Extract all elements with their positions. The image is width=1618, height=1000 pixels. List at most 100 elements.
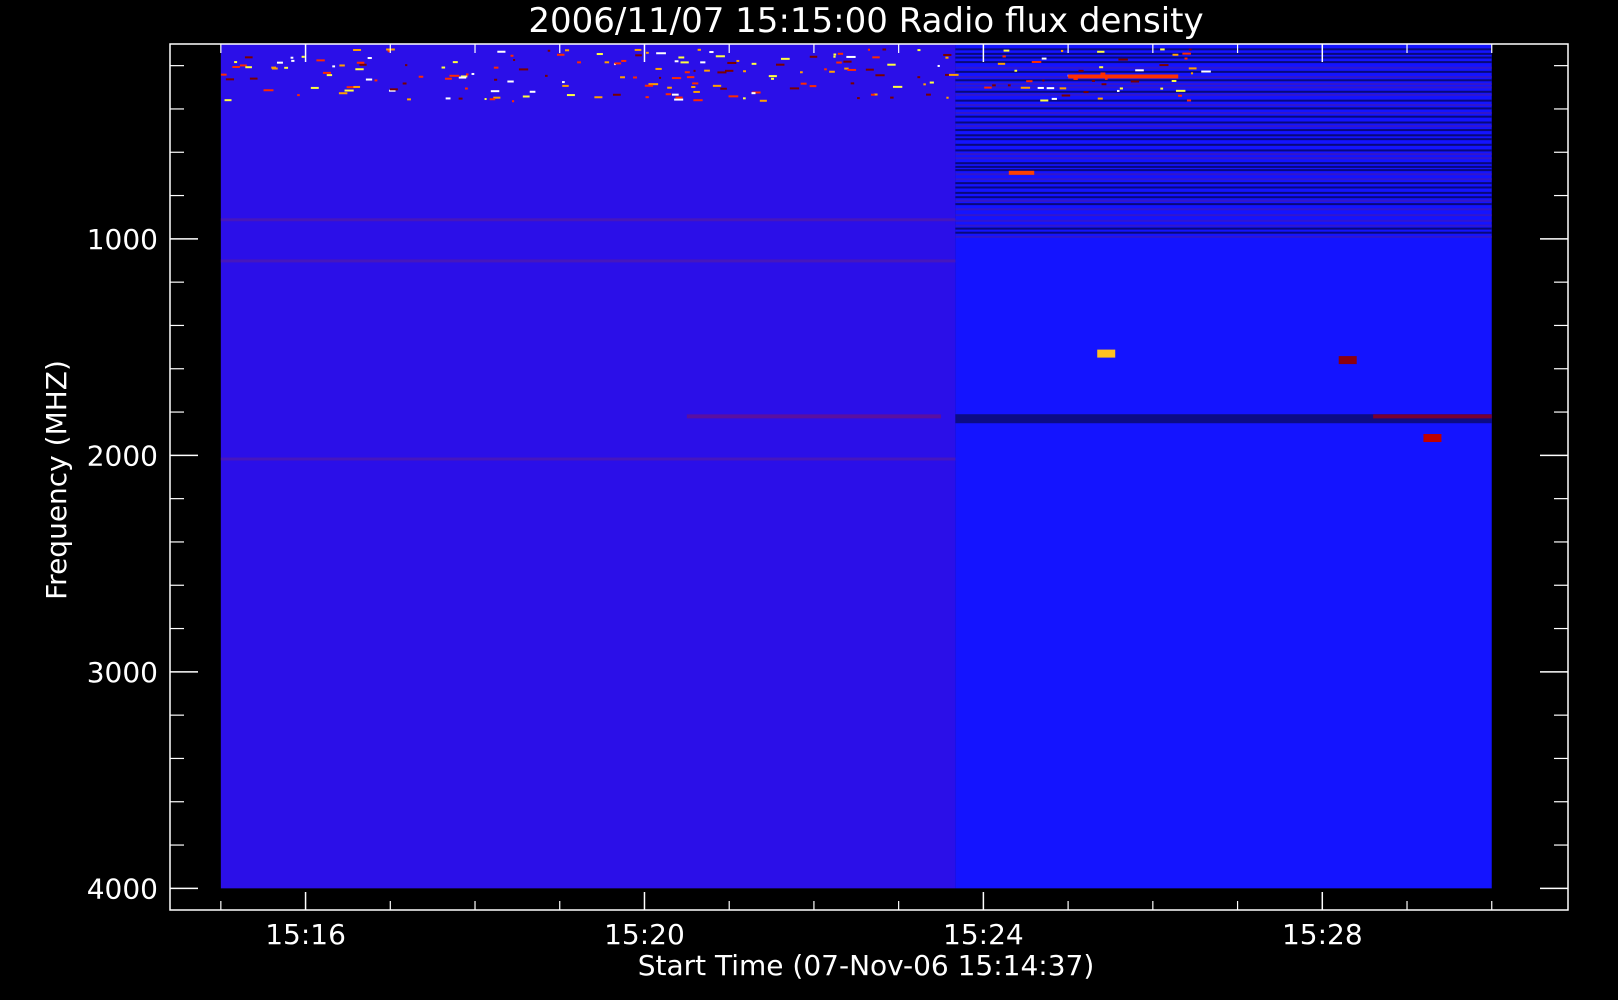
heatmap-band	[955, 182, 1492, 185]
heatmap-speckle	[510, 54, 514, 57]
heatmap-band	[955, 227, 1492, 230]
heatmap-speckle	[445, 97, 451, 100]
heatmap-speckle	[759, 99, 767, 102]
heatmap-speckle	[691, 86, 696, 89]
heatmap-speckle	[1100, 72, 1106, 75]
heatmap-speckle	[809, 55, 818, 58]
heatmap-speckle	[1178, 94, 1182, 97]
heatmap-speckle	[715, 55, 725, 58]
heatmap-speckle	[1201, 70, 1211, 73]
heatmap-band	[955, 129, 1492, 132]
heatmap-speckle	[249, 77, 258, 80]
heatmap-speckle	[997, 62, 1006, 65]
heatmap-speckle	[556, 53, 565, 56]
heatmap-speckle	[1097, 97, 1103, 100]
heatmap-band	[955, 178, 1492, 181]
heatmap-speckle	[671, 77, 682, 80]
heatmap-speckle	[284, 66, 289, 69]
heatmap-speckle	[1119, 87, 1123, 90]
heatmap-speckle	[562, 84, 569, 87]
heatmap-speckle	[1160, 87, 1164, 90]
heatmap-band	[955, 169, 1492, 172]
heatmap-speckle	[674, 98, 684, 101]
heatmap-speckle	[948, 73, 959, 76]
heatmap-speckle	[984, 86, 992, 89]
heatmap-speckle	[339, 64, 345, 67]
heatmap-band	[955, 224, 1492, 227]
heatmap-speckle	[847, 68, 857, 71]
heatmap-speckle	[946, 96, 949, 99]
heatmap-speckle	[464, 87, 468, 90]
heatmap-speckle	[680, 61, 689, 64]
heatmap-speckle	[644, 84, 653, 87]
heatmap-band	[955, 93, 1492, 96]
heatmap-band	[955, 153, 1492, 156]
heatmap-speckle	[566, 94, 575, 97]
heatmap-band	[955, 208, 1492, 211]
heatmap-speckle	[1003, 49, 1010, 52]
heatmap-speckle	[843, 60, 852, 63]
heatmap-speckle	[867, 48, 871, 51]
chart-title: 2006/11/07 15:15:00 Radio flux density	[528, 1, 1203, 41]
heatmap-band	[955, 90, 1492, 93]
heatmap-speckle	[635, 54, 642, 57]
heatmap-speckle	[751, 62, 757, 65]
heatmap-speckle	[929, 81, 934, 84]
heatmap-speckle	[276, 61, 283, 64]
heatmap-speckle	[846, 55, 856, 58]
x-axis-label: Start Time (07-Nov-06 15:14:37)	[638, 949, 1095, 982]
heatmap-band	[955, 149, 1492, 152]
burst-feature	[1097, 349, 1116, 358]
heatmap-speckle	[1190, 72, 1194, 75]
heatmap-speckle	[359, 63, 367, 66]
heatmap-speckle	[452, 61, 458, 64]
heatmap-speckle	[1172, 53, 1179, 56]
heatmap-band	[955, 191, 1492, 194]
heatmap-speckle	[675, 96, 683, 99]
heatmap-speckle	[547, 49, 551, 52]
heatmap-band	[955, 79, 1492, 82]
heatmap-band	[955, 138, 1492, 141]
heatmap-image	[220, 44, 1492, 889]
heatmap-speckle	[833, 53, 837, 56]
heatmap-speckle	[620, 76, 625, 79]
heatmap-speckle	[374, 79, 378, 82]
heatmap-speckle	[245, 66, 252, 69]
heatmap-speckle	[1159, 64, 1169, 67]
burst-feature	[1338, 356, 1357, 365]
heatmap-speckle	[751, 92, 756, 95]
heatmap-speckle	[353, 48, 362, 51]
heatmap-speckle	[743, 70, 747, 73]
heatmap-speckle	[857, 97, 860, 100]
heatmap-speckle	[458, 97, 463, 100]
heatmap-speckle	[545, 74, 548, 77]
streak-feature	[1373, 414, 1492, 419]
heatmap-speckle	[1059, 87, 1067, 90]
heatmap-speckle	[634, 48, 642, 51]
heatmap-speckle	[224, 99, 232, 102]
heatmap-speckle	[655, 67, 662, 70]
heatmap-speckle	[882, 48, 887, 51]
y-axis-label: Frequency (MHZ)	[40, 360, 73, 600]
heatmap-speckle	[290, 56, 294, 59]
heatmap-speckle	[692, 82, 699, 85]
heatmap-speckle	[837, 52, 844, 55]
heatmap-band	[955, 173, 1492, 176]
heatmap-band	[955, 214, 1492, 217]
heatmap-band	[955, 66, 1492, 69]
heatmap-speckle	[263, 89, 274, 92]
heatmap-speckle	[1051, 97, 1057, 100]
heatmap-speckle	[1031, 60, 1042, 63]
heatmap-region-early	[220, 44, 956, 889]
heatmap-speckle	[594, 96, 603, 99]
heatmap-speckle	[771, 77, 775, 80]
heatmap-speckle	[1037, 86, 1044, 89]
heatmap-speckle	[693, 99, 703, 102]
heatmap-speckle	[565, 49, 570, 52]
heatmap-speckle	[693, 90, 700, 93]
heatmap-speckle	[829, 70, 835, 73]
x-tick-label: 15:20	[604, 918, 685, 951]
heatmap-speckle	[833, 55, 836, 58]
heatmap-speckle	[742, 97, 746, 100]
heatmap-speckle	[917, 76, 921, 79]
